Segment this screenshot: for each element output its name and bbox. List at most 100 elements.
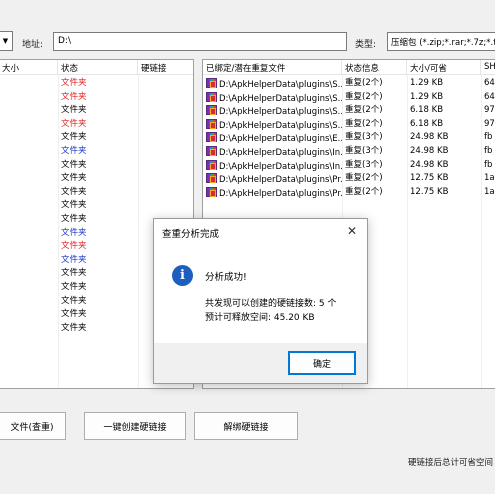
remove-hardlinks-button[interactable]: 解绑硬链接	[194, 412, 298, 440]
status-info-cell: 重复(3个)	[345, 159, 383, 170]
status-info-cell: 重复(3个)	[345, 146, 383, 156]
archive-file-icon	[206, 186, 217, 197]
create-hardlinks-button[interactable]: 一键创建硬链接	[84, 412, 186, 440]
folder-status: 文件夹	[61, 186, 87, 197]
archive-file-icon	[206, 159, 217, 170]
ok-button-label: 确定	[312, 359, 331, 370]
address-input[interactable]: D:\	[53, 32, 347, 51]
table-row[interactable]: D:\ApkHelperData\plugins\S... 重复(2个) 1.29 …	[203, 77, 495, 91]
type-filter-input[interactable]: 压缩包 (*.zip;*.rar;*.7z;*.tar;	[387, 32, 495, 51]
folder-status: 文件夹	[61, 132, 87, 143]
table-row[interactable]: D:\ApkHelperData\plugins\In... 重复(3个) 24.9…	[203, 145, 495, 159]
file-path-cell: D:\ApkHelperData\plugins\Pr...	[203, 186, 342, 200]
folder-status: 文件夹	[61, 105, 87, 116]
hash-cell: fb	[484, 146, 493, 156]
hash-cell: 1a	[484, 173, 495, 184]
table-row[interactable]: 文件夹	[0, 118, 193, 132]
info-icon: i	[172, 265, 193, 286]
table-row[interactable]: 文件夹	[0, 145, 193, 159]
archive-file-icon	[206, 105, 217, 116]
size-cell: 6.18 KB	[410, 118, 444, 129]
hash-cell: 97	[484, 118, 495, 129]
table-row[interactable]: 文件夹	[0, 104, 193, 118]
remove-hardlinks-label: 解绑硬链接	[223, 422, 269, 433]
hash-cell: fb	[484, 159, 493, 170]
status-info-cell: 重复(2个)	[345, 105, 383, 116]
file-path-cell: D:\ApkHelperData\plugins\S...	[203, 104, 342, 118]
file-path-cell: D:\ApkHelperData\plugins\S...	[203, 77, 342, 91]
table-row[interactable]: 文件夹	[0, 199, 193, 213]
table-row[interactable]: D:\ApkHelperData\plugins\Pr... 重复(2个) 12.7…	[203, 186, 495, 200]
table-row[interactable]: 文件夹	[0, 91, 193, 105]
hash-cell: 97	[484, 105, 495, 116]
file-path-cell: D:\ApkHelperData\plugins\E...	[203, 131, 342, 145]
folder-status: 文件夹	[61, 146, 87, 156]
dialog-message: 分析成功!	[205, 272, 247, 283]
chevron-down-icon: ▼	[2, 37, 9, 45]
folder-status: 文件夹	[61, 91, 87, 102]
duplicate-list-header: 已绑定/潜在重复文件 状态信息 大小/可省 SH	[203, 60, 495, 75]
archive-file-icon	[206, 173, 217, 184]
type-label: 类型:	[355, 40, 377, 50]
folder-status: 文件夹	[61, 322, 87, 333]
status-info-cell: 重复(2个)	[345, 78, 383, 88]
folder-status: 文件夹	[61, 118, 87, 129]
column-size-saved[interactable]: 大小/可省	[407, 60, 481, 75]
table-row[interactable]: 文件夹	[0, 77, 193, 91]
table-row[interactable]: D:\ApkHelperData\plugins\E... 重复(3个) 24.98…	[203, 131, 495, 145]
find-duplicates-label: 文件(查重)	[10, 422, 54, 433]
archive-file-icon	[206, 118, 217, 129]
table-row[interactable]: 文件夹	[0, 159, 193, 173]
size-cell: 1.29 KB	[410, 91, 444, 102]
hash-cell: fb	[484, 132, 493, 143]
file-path-cell: D:\ApkHelperData\plugins\S...	[203, 91, 342, 105]
address-label: 地址:	[22, 40, 44, 50]
folder-status: 文件夹	[61, 268, 87, 279]
status-info-cell: 重复(3个)	[345, 132, 383, 143]
file-path: D:\ApkHelperData\plugins\In...	[219, 148, 342, 158]
file-path: D:\ApkHelperData\plugins\E...	[219, 134, 342, 145]
hash-cell: 64	[484, 78, 495, 88]
file-path-cell: D:\ApkHelperData\plugins\S...	[203, 118, 342, 132]
folder-status: 文件夹	[61, 200, 87, 211]
table-row[interactable]: D:\ApkHelperData\plugins\S... 重复(2个) 6.18 …	[203, 104, 495, 118]
column-file-path[interactable]: 已绑定/潜在重复文件	[203, 60, 342, 75]
combo-dropdown-arrow[interactable]: ▼	[0, 31, 13, 51]
folder-status: 文件夹	[61, 241, 87, 252]
table-row[interactable]: D:\ApkHelperData\plugins\Pr... 重复(2个) 12.7…	[203, 172, 495, 186]
column-hash[interactable]: SH	[481, 60, 495, 75]
folder-status: 文件夹	[61, 227, 87, 238]
column-size[interactable]: 大小	[0, 60, 58, 75]
ok-button[interactable]: 确定	[288, 351, 356, 375]
hash-cell: 64	[484, 91, 495, 102]
file-path-cell: D:\ApkHelperData\plugins\In...	[203, 145, 342, 159]
close-icon[interactable]: ✕	[346, 225, 358, 237]
table-row[interactable]: 文件夹	[0, 186, 193, 200]
file-path-cell: D:\ApkHelperData\plugins\Pr...	[203, 172, 342, 186]
find-duplicates-button[interactable]: 文件(查重)	[0, 412, 66, 440]
file-path: D:\ApkHelperData\plugins\Pr...	[219, 175, 342, 186]
table-row[interactable]: 文件夹	[0, 172, 193, 186]
table-row[interactable]: D:\ApkHelperData\plugins\In... 重复(3个) 24.9…	[203, 159, 495, 173]
hash-cell: 1a	[484, 186, 495, 197]
status-info-cell: 重复(2个)	[345, 186, 383, 197]
table-row[interactable]: D:\ApkHelperData\plugins\S... 重复(2个) 1.29 …	[203, 91, 495, 105]
column-status[interactable]: 状态	[58, 60, 138, 75]
size-cell: 12.75 KB	[410, 186, 449, 197]
table-row[interactable]: 文件夹	[0, 131, 193, 145]
archive-file-icon	[206, 91, 217, 102]
size-cell: 12.75 KB	[410, 173, 449, 184]
size-cell: 1.29 KB	[410, 78, 444, 88]
analysis-complete-dialog: 查重分析完成 ✕ i 分析成功! 共发现可以创建的硬链接数: 5 个 预计可释放…	[153, 218, 368, 384]
column-status-info[interactable]: 状态信息	[342, 60, 407, 75]
status-info-cell: 重复(2个)	[345, 91, 383, 102]
size-cell: 6.18 KB	[410, 105, 444, 116]
folder-status: 文件夹	[61, 173, 87, 184]
file-path: D:\ApkHelperData\plugins\In...	[219, 161, 342, 172]
archive-file-icon	[206, 132, 217, 143]
dialog-hardlink-count: 共发现可以创建的硬链接数: 5 个	[205, 299, 337, 309]
folder-status: 文件夹	[61, 254, 87, 265]
table-row[interactable]: D:\ApkHelperData\plugins\S... 重复(2个) 6.18 …	[203, 118, 495, 132]
column-hardlink[interactable]: 硬链接	[138, 60, 193, 75]
folder-status: 文件夹	[61, 282, 87, 292]
